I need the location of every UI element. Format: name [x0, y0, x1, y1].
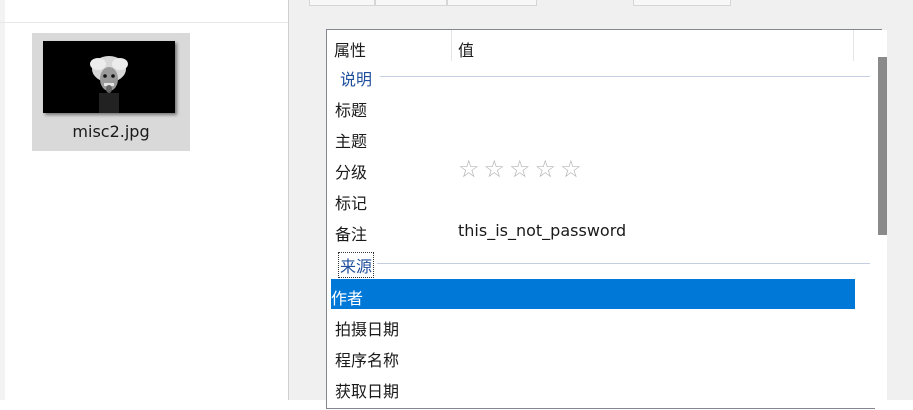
rating-stars[interactable]: ☆☆☆☆☆ [458, 155, 586, 183]
group-separator-line [377, 263, 870, 264]
portrait-thumbnail-image [43, 41, 175, 113]
tab-stub-3[interactable] [447, 0, 537, 6]
property-key: 备注 [335, 225, 368, 244]
property-key: 主题 [335, 132, 368, 151]
property-key: 分级 [335, 163, 368, 182]
property-key: 标题 [335, 101, 368, 120]
image-thumbnail [43, 41, 175, 113]
explorer-edge [0, 0, 5, 400]
file-name-label: misc2.jpg [72, 122, 150, 141]
details-property-list: 属性 值 说明 标题 主题 分级 ☆☆☆☆☆ 标记 备注 this_is_not… [326, 29, 887, 410]
column-header-value[interactable]: 值 [458, 37, 474, 61]
property-row-tags[interactable]: 标记 [331, 184, 855, 214]
tab-stub-1[interactable] [309, 0, 375, 6]
tab-stub-2[interactable] [375, 0, 447, 6]
group-label-origin: 来源 [337, 252, 375, 278]
column-divider[interactable] [451, 30, 452, 61]
group-header-origin[interactable]: 来源 [327, 250, 872, 278]
property-key: 程序名称 [335, 351, 400, 370]
column-header-property[interactable]: 属性 [334, 37, 366, 61]
property-row-date-taken[interactable]: 拍摄日期 [331, 310, 855, 340]
tab-stub-4[interactable] [633, 0, 731, 6]
file-item-selected[interactable]: misc2.jpg [32, 33, 190, 151]
property-key: 标记 [335, 194, 368, 213]
file-explorer-pane: misc2.jpg [0, 0, 288, 400]
group-header-description[interactable]: 说明 [327, 63, 872, 90]
property-key: 拍摄日期 [335, 320, 400, 339]
property-row-program-name[interactable]: 程序名称 [331, 341, 855, 371]
explorer-divider [0, 22, 288, 23]
property-value: this_is_not_password [458, 221, 627, 240]
scrollbar-thumb[interactable] [878, 57, 887, 235]
property-row-authors[interactable]: 作者 [331, 279, 855, 309]
property-row-comments[interactable]: 备注 this_is_not_password [331, 215, 855, 245]
property-key: 获取日期 [335, 382, 400, 401]
column-divider-end[interactable] [853, 30, 854, 61]
group-label-description: 说明 [339, 66, 374, 90]
property-row-subject[interactable]: 主题 [331, 122, 855, 152]
property-row-title[interactable]: 标题 [331, 91, 855, 121]
properties-dialog: 属性 值 说明 标题 主题 分级 ☆☆☆☆☆ 标记 备注 this_is_not… [288, 0, 913, 410]
property-row-date-acquired[interactable]: 获取日期 [331, 372, 855, 402]
property-list-header: 属性 值 [327, 30, 855, 61]
property-row-rating[interactable]: 分级 ☆☆☆☆☆ [331, 153, 855, 183]
property-key: 作者 [331, 289, 364, 308]
vertical-scrollbar[interactable] [875, 30, 887, 410]
group-separator-line [380, 76, 870, 77]
